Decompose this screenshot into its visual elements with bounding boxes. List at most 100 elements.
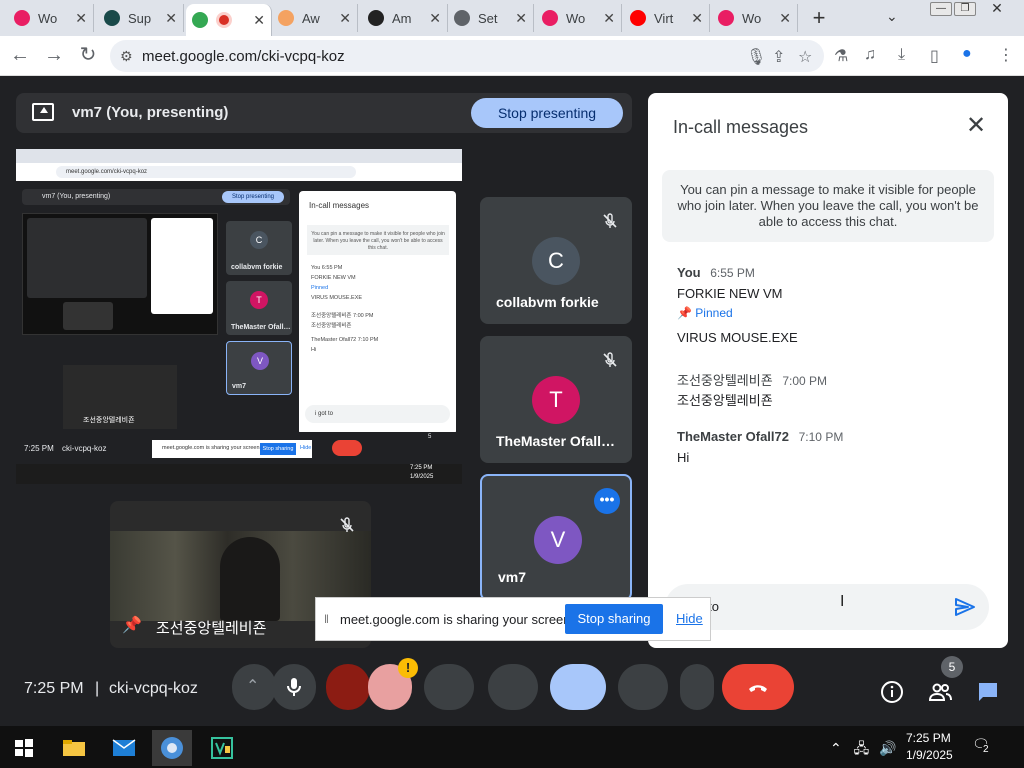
window-close-button[interactable]: ✕	[986, 1, 1008, 16]
tab-close-icon[interactable]: ✕	[515, 10, 527, 27]
browser-tab[interactable]: Aw ✕	[272, 4, 358, 32]
message-header: TheMaster Ofall72 7:10 PM	[677, 429, 843, 444]
leave-call-button[interactable]	[722, 664, 794, 710]
more-options-button[interactable]	[618, 664, 668, 710]
reactions-button[interactable]	[424, 664, 474, 710]
message-text: 조선중앙텔레비죤	[677, 393, 773, 408]
restore-button[interactable]: ❐	[954, 2, 976, 16]
browser-tab[interactable]: Wo ✕	[536, 4, 622, 32]
message-sender: You	[677, 265, 701, 280]
tray-chevron-up-icon[interactable]: ⌃	[830, 740, 842, 756]
browser-tab[interactable]: Set ✕	[448, 4, 534, 32]
bookmark-star-icon[interactable]: ☆	[798, 47, 812, 67]
minimize-button[interactable]: —	[930, 2, 952, 16]
overflow-button[interactable]	[680, 664, 714, 710]
system-tray[interactable]: ⌃ 🖧 🔊	[830, 738, 897, 762]
presenting-banner: vm7 (You, presenting) Stop presenting	[16, 93, 632, 133]
participant-tile-collabvm[interactable]: C collabvm forkie	[480, 197, 632, 324]
browser-tab[interactable]: Virt ✕	[624, 4, 710, 32]
chat-title: In-call messages	[673, 117, 809, 137]
audio-options-chevron-up-icon[interactable]: ⌃	[232, 664, 276, 710]
preview-participant-tile: C collabvm forkie	[226, 221, 292, 275]
side-panel-icon[interactable]: ▯	[930, 46, 939, 66]
chat-message-input[interactable]: i got to I	[665, 584, 989, 630]
vm-app-icon[interactable]	[202, 730, 242, 766]
preview-participant-tile: V vm7	[226, 341, 292, 395]
more-options-icon[interactable]: •••	[594, 488, 620, 514]
tab-search-chevron-icon[interactable]: ⌄	[886, 8, 898, 25]
preview-video-tile: 조선중앙텔레비죤	[63, 365, 177, 429]
hide-link[interactable]: Hide	[676, 611, 703, 626]
menu-kebab-icon[interactable]: ⋮	[998, 45, 1014, 65]
new-tab-button[interactable]: +	[806, 6, 832, 32]
mic-off-icon	[340, 517, 354, 532]
tab-close-icon[interactable]: ✕	[779, 10, 791, 27]
address-bar[interactable]: ⚙ meet.google.com/cki-vcpq-koz 🎙 ⇪ ☆	[110, 40, 824, 72]
download-icon[interactable]: ⤓	[898, 46, 905, 64]
taskbar-time[interactable]: 7:25 PM	[906, 731, 951, 745]
stop-presenting-button[interactable]: Stop presenting	[471, 98, 623, 128]
microphone-icon	[287, 678, 301, 696]
pinned-text: Pinned	[695, 306, 733, 320]
mail-icon[interactable]	[104, 730, 144, 766]
meeting-info-icon[interactable]	[880, 680, 904, 704]
chrome-icon[interactable]	[152, 730, 192, 766]
message-text: FORKIE NEW VM	[677, 286, 783, 301]
network-icon[interactable]: 🖧	[854, 740, 870, 756]
mic-off-icon	[603, 213, 617, 228]
tab-close-icon[interactable]: ✕	[429, 10, 441, 27]
preview-chat-panel: In-call messages You can pin a message t…	[299, 191, 456, 435]
tab-close-icon[interactable]: ✕	[75, 10, 87, 27]
tab-label: Wo	[742, 10, 762, 26]
browser-toolbar: ← → ↻ ⚙ meet.google.com/cki-vcpq-koz 🎙 ⇪…	[0, 36, 1024, 76]
meet-bottom-bar: 7:25 PM | cki-vcpq-koz ⌃ ! 5	[0, 656, 1024, 726]
people-icon[interactable]	[928, 680, 952, 704]
media-queue-icon[interactable]: ♫	[864, 46, 876, 64]
site-settings-icon[interactable]: ⚙	[120, 48, 133, 65]
chat-bubble-icon[interactable]	[976, 680, 1000, 704]
message-text: Hi	[677, 450, 690, 465]
separator: |	[95, 680, 100, 697]
preview-stop-presenting: Stop presenting	[222, 191, 284, 203]
participant-tile-themaster[interactable]: T TheMaster Ofall…	[480, 336, 632, 463]
flower-icon	[542, 10, 558, 26]
share-icon[interactable]: ⇪	[772, 47, 785, 67]
close-icon[interactable]: ✕	[964, 114, 988, 139]
browser-tab[interactable]: Wo ✕	[712, 4, 798, 32]
participant-tile-vm7[interactable]: ••• V vm7	[480, 474, 632, 601]
raise-hand-button[interactable]	[488, 664, 538, 710]
microphone-icon[interactable]: 🎙	[746, 47, 766, 67]
present-button[interactable]	[550, 664, 606, 710]
experiments-flask-icon[interactable]: ⚗	[834, 46, 848, 66]
pin-icon: 📌	[122, 617, 142, 634]
tab-close-icon[interactable]: ✕	[253, 12, 265, 29]
browser-tab[interactable]: ✕	[186, 4, 272, 36]
tab-label: Aw	[302, 10, 320, 26]
browser-tab[interactable]: Wo ✕	[8, 4, 94, 32]
forward-arrow-icon[interactable]: →	[42, 44, 66, 68]
tab-close-icon[interactable]: ✕	[603, 10, 615, 27]
tab-close-icon[interactable]: ✕	[691, 10, 703, 27]
speaker-icon[interactable]: 🔊	[879, 740, 896, 756]
reload-icon[interactable]: ↻	[76, 44, 100, 68]
send-icon[interactable]	[953, 595, 977, 619]
tab-label: Wo	[38, 10, 58, 26]
taskbar-date[interactable]: 1/9/2025	[906, 748, 953, 762]
microphone-button[interactable]	[272, 664, 316, 710]
stop-sharing-button[interactable]: Stop sharing	[565, 604, 663, 634]
file-explorer-icon[interactable]	[54, 730, 94, 766]
tab-close-icon[interactable]: ✕	[339, 10, 351, 27]
avatar: T	[532, 376, 580, 424]
profile-avatar-icon[interactable]: ●	[962, 45, 972, 63]
tab-close-icon[interactable]: ✕	[165, 10, 177, 27]
windows-start-icon[interactable]	[4, 730, 44, 766]
browser-tab[interactable]: Sup ✕	[98, 4, 184, 32]
camera-button[interactable]	[326, 664, 370, 710]
back-arrow-icon[interactable]: ←	[8, 44, 32, 68]
flower-icon	[14, 10, 30, 26]
browser-tab[interactable]: Am ✕	[362, 4, 448, 32]
preview-meet: vm7 (You, presenting) Stop presenting C …	[16, 181, 462, 463]
drag-handle-icon[interactable]: ‖	[324, 612, 329, 626]
pinned-label[interactable]: 📌 Pinned	[677, 306, 733, 320]
notification-center-icon[interactable]: 🗨 2	[972, 736, 994, 756]
